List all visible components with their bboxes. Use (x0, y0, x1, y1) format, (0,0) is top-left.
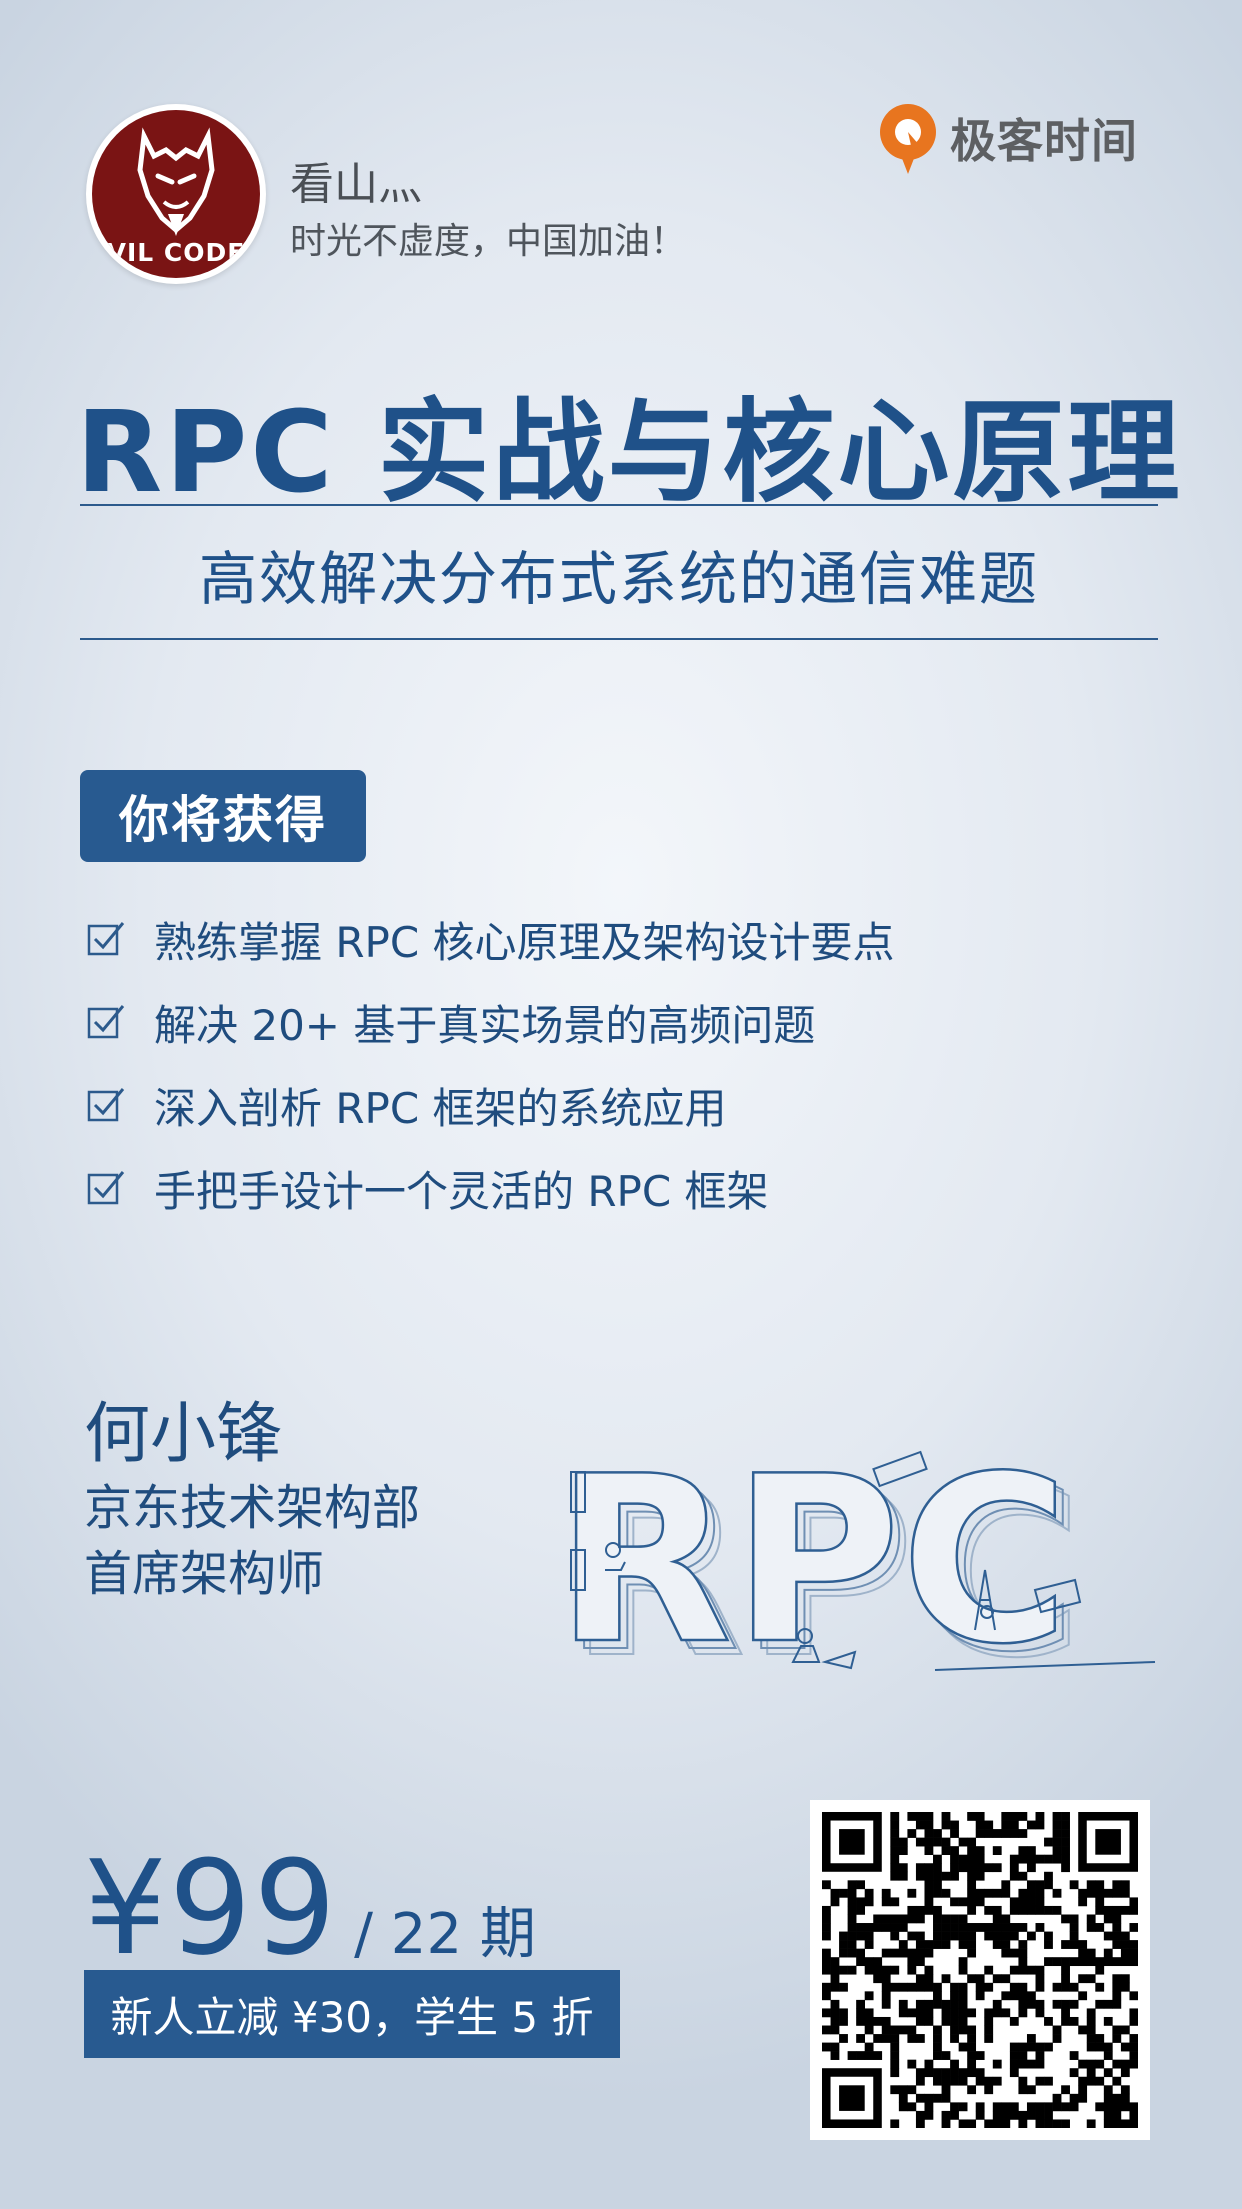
avatar: VIL CODE (86, 104, 266, 284)
qr-code[interactable] (810, 1800, 1150, 2140)
gain-item: 深入剖析 RPC 框架的系统应用 (86, 1075, 727, 1135)
qr-finder-pattern (839, 1829, 865, 1855)
brand-name: 极客时间 (950, 114, 1138, 168)
checkbox-checked-icon (87, 1005, 125, 1039)
course-title: RPC 实战与核心原理 (76, 388, 1183, 518)
author-role: 首席架构师 (84, 1546, 325, 1602)
avatar-label: VIL CODE (106, 238, 246, 267)
checkbox-checked-icon (87, 1088, 125, 1122)
price-period: / 22 期 (354, 1902, 536, 1967)
gain-item: 手把手设计一个灵活的 RPC 框架 (86, 1158, 769, 1218)
user-name: 看山灬 (290, 159, 422, 210)
user-motto: 时光不虚度，中国加油！ (290, 221, 687, 262)
geekbang-logo-icon (880, 104, 936, 174)
course-subtitle: 高效解决分布式系统的通信难题 (198, 545, 1039, 613)
gain-item: 解决 20+ 基于真实场景的高频问题 (86, 992, 815, 1052)
qr-finder-pattern (1095, 1829, 1121, 1855)
rpc-illustration-icon: RPC RPC RPC (555, 1440, 1156, 1690)
author-department: 京东技术架构部 (84, 1480, 421, 1536)
gain-item-text: 手把手设计一个灵活的 RPC 框架 (154, 1166, 769, 1216)
qr-finder-pattern (839, 2085, 865, 2111)
subtitle-divider (80, 638, 1158, 640)
title-divider (80, 504, 1158, 506)
gains-heading-badge: 你将获得 (80, 770, 366, 862)
rpc-front-layer: RPC (555, 1440, 1069, 1690)
qr-code-icon (822, 1812, 1138, 2128)
gain-item-text: 深入剖析 RPC 框架的系统应用 (154, 1083, 727, 1133)
promo-badge: 新人立减 ¥30，学生 5 折 (84, 1970, 620, 2058)
price-amount: ¥99 (84, 1832, 339, 1984)
checkbox-checked-icon (87, 1171, 125, 1205)
author-name: 何小锋 (84, 1395, 282, 1472)
price-block: ¥99 / 22 期 (84, 1832, 536, 1984)
checkbox-checked-icon (87, 922, 125, 956)
gain-item: 熟练掌握 RPC 核心原理及架构设计要点 (86, 909, 895, 969)
gain-item-text: 解决 20+ 基于真实场景的高频问题 (154, 1000, 816, 1050)
gain-item-text: 熟练掌握 RPC 核心原理及架构设计要点 (154, 917, 895, 967)
brand-logo: 极客时间 (876, 100, 1138, 176)
